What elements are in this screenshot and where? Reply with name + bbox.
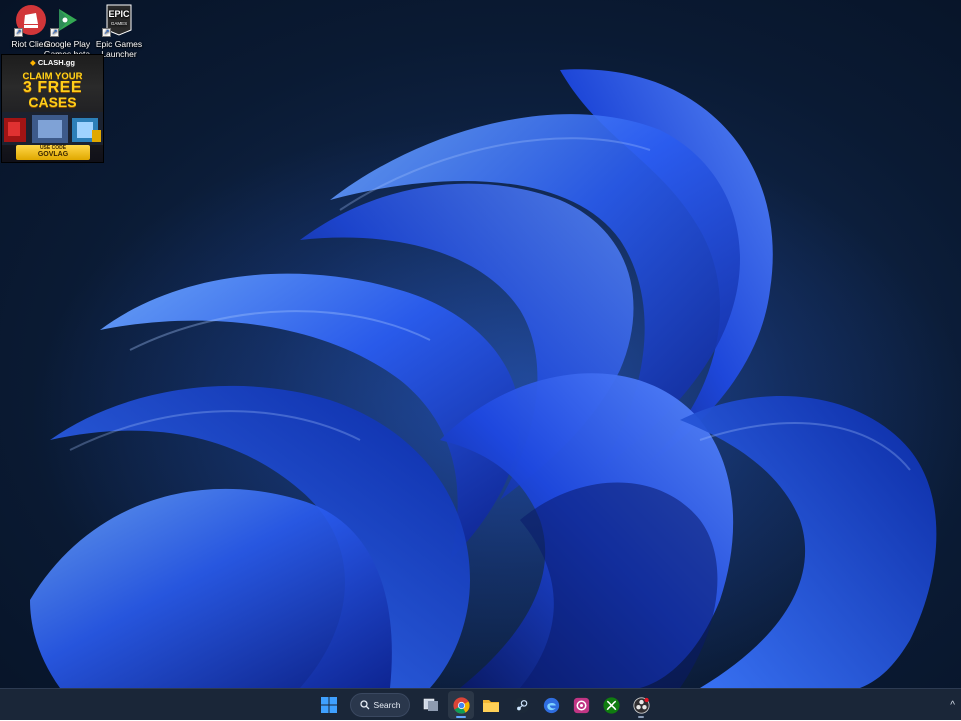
- taskbar: Search ^: [0, 688, 961, 720]
- steam-button[interactable]: [508, 691, 534, 719]
- obs-icon: [632, 696, 650, 714]
- ad-brand: ◆ CLASH.gg: [2, 58, 103, 67]
- google-play-games-icon: ↗: [50, 4, 84, 37]
- edge-dev-button[interactable]: [538, 691, 564, 719]
- desktop-icon-epic-games-launcher[interactable]: EPIC GAMES ↗ Epic Games Launcher: [88, 4, 150, 58]
- taskbar-search[interactable]: Search: [350, 693, 410, 717]
- epic-logo-sub: GAMES: [111, 21, 127, 26]
- wallpaper-bloom: [30, 69, 961, 688]
- search-icon: [359, 700, 369, 710]
- active-indicator: [456, 716, 466, 718]
- task-view-icon: [423, 698, 438, 711]
- search-label: Search: [373, 700, 401, 710]
- app-icon: [573, 697, 589, 713]
- ad-artwork: [2, 112, 103, 145]
- task-view-button[interactable]: [418, 691, 444, 719]
- file-explorer-button[interactable]: [478, 691, 504, 719]
- xbox-button[interactable]: [598, 691, 624, 719]
- running-indicator: [638, 716, 644, 718]
- epic-logo-text: EPIC: [108, 9, 130, 19]
- xbox-icon: [602, 696, 620, 714]
- shortcut-arrow-icon: ↗: [14, 27, 23, 37]
- tray-overflow-chevron-icon[interactable]: ^: [950, 700, 955, 711]
- clash-logo-icon: ◆: [30, 58, 36, 67]
- shortcut-arrow-icon: ↗: [50, 27, 59, 37]
- desktop[interactable]: ↗ Riot Client ↗ Google Play Games beta E…: [0, 0, 961, 688]
- shortcut-arrow-icon: ↗: [102, 27, 111, 37]
- chrome-button[interactable]: [448, 691, 474, 719]
- ad-code-value: GOVLAG: [37, 151, 69, 158]
- ad-headline-3: CASES: [28, 94, 77, 110]
- clash-ad-banner[interactable]: ◆ CLASH.gg CLAIM YOUR 3 FREE CASES USE C…: [1, 54, 104, 163]
- start-button[interactable]: [316, 691, 342, 719]
- system-tray: ^: [950, 689, 961, 721]
- steam-icon: [512, 696, 530, 714]
- epic-games-icon: EPIC GAMES ↗: [102, 4, 136, 37]
- windows-logo-icon: [321, 697, 337, 713]
- obs-button[interactable]: [568, 691, 594, 719]
- ad-brand-text: CLASH.gg: [37, 58, 75, 67]
- ad-promo-code[interactable]: USE CODE GOVLAG: [16, 145, 90, 160]
- chrome-icon: [452, 696, 470, 714]
- obs-studio-button[interactable]: [628, 691, 654, 719]
- folder-icon: [483, 699, 499, 712]
- taskbar-apps: Search: [316, 689, 654, 721]
- edge-icon: [543, 697, 559, 713]
